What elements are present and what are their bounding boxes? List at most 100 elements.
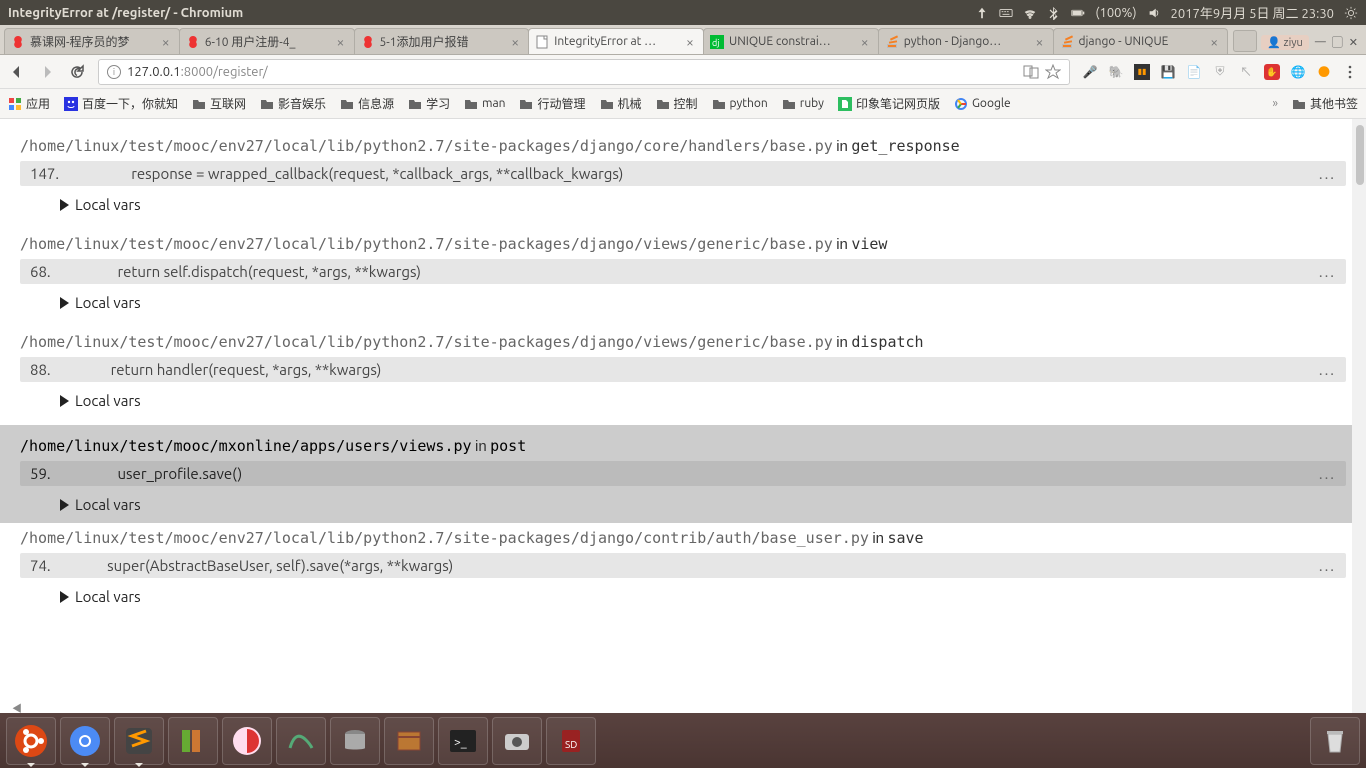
bookmark-label: 机械 [618, 95, 642, 112]
launcher-app-dbtool[interactable] [330, 717, 380, 765]
bookmark-item[interactable]: 互联网 [192, 95, 246, 112]
battery-icon[interactable] [1071, 6, 1085, 20]
address-bar[interactable]: i 127.0.0.1:8000/register/ [98, 59, 1070, 85]
ext-evernote-icon[interactable]: 🐘 [1108, 64, 1124, 80]
launcher-app-files[interactable] [384, 717, 434, 765]
ext-pointer-icon[interactable]: ↖ [1238, 64, 1254, 80]
bookmark-label: ruby [800, 97, 824, 110]
system-gear-icon[interactable] [1344, 6, 1358, 20]
code-line[interactable]: 68. return self.dispatch(request, *args,… [20, 259, 1346, 284]
window-close-icon[interactable]: ✕ [1349, 36, 1358, 49]
volume-icon[interactable] [1147, 6, 1161, 20]
url-host: 127.0.0.1 [127, 65, 181, 79]
local-vars-toggle[interactable]: Local vars [20, 186, 1346, 213]
ext-bars-icon[interactable]: ▮▮ [1134, 64, 1150, 80]
browser-tab[interactable]: djUNIQUE constrai…× [703, 28, 879, 54]
bookmark-item[interactable]: 应用 [8, 95, 50, 112]
bookmark-item[interactable]: Google [954, 97, 1011, 111]
code-line[interactable]: 59. user_profile.save()... [20, 461, 1346, 486]
ext-shield-icon[interactable]: ⛨ [1212, 64, 1228, 80]
bookmark-item[interactable]: 影音娱乐 [260, 95, 326, 112]
local-vars-toggle[interactable]: Local vars [20, 578, 1346, 605]
browser-tab[interactable]: 慕课网-程序员的梦× [4, 28, 180, 54]
launcher-app-books[interactable] [168, 717, 218, 765]
launcher-app-camera[interactable] [492, 717, 542, 765]
browser-tab[interactable]: python - Django…× [878, 28, 1054, 54]
bookmark-item[interactable]: 信息源 [340, 95, 394, 112]
window-maximize-icon[interactable]: ▢ [1332, 34, 1343, 50]
frame-location: /home/linux/test/mooc/env27/local/lib/py… [20, 327, 1346, 357]
ext-voice-icon[interactable]: 🎤 [1082, 64, 1098, 80]
launcher-app-terminal[interactable]: >_ [438, 717, 488, 765]
browser-menu-button[interactable] [1342, 64, 1358, 80]
bookmarks-bar: 应用百度一下，你就知互联网影音娱乐信息源学习 man 行动管理 机械控制 python r… [0, 89, 1366, 119]
disclosure-triangle-icon [60, 199, 69, 211]
ext-globe-icon[interactable]: 🌐 [1290, 64, 1306, 80]
bookmark-item[interactable]: python [712, 97, 768, 111]
bookmark-label: 应用 [26, 95, 50, 112]
reload-button[interactable] [68, 63, 86, 81]
browser-tab[interactable]: IntegrityError at …× [528, 28, 704, 54]
launcher-app-mysql[interactable] [276, 717, 326, 765]
other-bookmarks[interactable]: 其他书签 [1292, 95, 1358, 112]
bookmark-item[interactable]: 学习 [408, 95, 450, 112]
ext-pdf-icon[interactable]: 📄 [1186, 64, 1202, 80]
translate-icon[interactable] [1023, 64, 1039, 80]
expand-context-icon[interactable]: ... [1319, 165, 1336, 182]
tab-close-icon[interactable]: × [159, 35, 173, 49]
keyboard-indicator-icon[interactable] [999, 6, 1013, 20]
bookmark-label: 行动管理 [537, 95, 585, 112]
horizontal-scrollbar[interactable]: ◀ [0, 698, 50, 713]
ext-adblock-icon[interactable]: ✋ [1264, 64, 1280, 80]
tab-close-icon[interactable]: × [334, 35, 348, 49]
back-button[interactable] [8, 63, 26, 81]
frame-location: /home/linux/test/mooc/env27/local/lib/py… [20, 131, 1346, 161]
window-minimize-icon[interactable]: — [1315, 36, 1326, 48]
tab-close-icon[interactable]: × [1033, 35, 1047, 49]
bookmark-item[interactable]: 控制 [656, 95, 698, 112]
disclosure-triangle-icon [60, 395, 69, 407]
ext-dot-icon[interactable]: ● [1316, 64, 1332, 80]
bookmark-item[interactable]: 百度一下，你就知 [64, 95, 178, 112]
bookmark-star-icon[interactable] [1045, 64, 1061, 80]
bookmarks-overflow-icon[interactable]: » [1272, 97, 1278, 110]
expand-context-icon[interactable]: ... [1319, 557, 1336, 574]
launcher-app-chromium[interactable] [60, 717, 110, 765]
bluetooth-icon[interactable] [1047, 6, 1061, 20]
launcher-app-sublime[interactable] [114, 717, 164, 765]
code-line[interactable]: 147. response = wrapped_callback(request… [20, 161, 1346, 186]
bookmark-item[interactable]: 印象笔记网页版 [838, 95, 940, 112]
new-tab-button[interactable] [1233, 30, 1257, 52]
bookmark-item[interactable]: ruby [782, 97, 824, 111]
tab-close-icon[interactable]: × [683, 35, 697, 49]
ext-save-icon[interactable]: 💾 [1160, 64, 1176, 80]
bookmark-item[interactable]: 机械 [600, 95, 642, 112]
vertical-scrollbar[interactable] [1352, 119, 1366, 713]
browser-tab[interactable]: 5-1添加用户报错× [354, 28, 530, 54]
bookmark-item[interactable]: man [464, 97, 505, 111]
code-line[interactable]: 74. super(AbstractBaseUser, self).save(*… [20, 553, 1346, 578]
tab-close-icon[interactable]: × [858, 35, 872, 49]
disclosure-triangle-icon [60, 297, 69, 309]
site-info-icon[interactable]: i [107, 65, 121, 79]
wifi-icon[interactable] [1023, 6, 1037, 20]
profile-badge[interactable]: 👤 ziyu [1261, 35, 1309, 50]
expand-context-icon[interactable]: ... [1319, 361, 1336, 378]
browser-tab[interactable]: django - UNIQUE× [1053, 28, 1229, 54]
traceback-frame: /home/linux/test/mooc/env27/local/lib/py… [20, 327, 1346, 409]
local-vars-toggle[interactable]: Local vars [20, 284, 1346, 311]
browser-tab[interactable]: 6-10 用户注册-4_× [179, 28, 355, 54]
local-vars-toggle[interactable]: Local vars [20, 382, 1346, 409]
launcher-trash[interactable] [1310, 717, 1360, 765]
code-line[interactable]: 88. return handler(request, *args, **kwa… [20, 357, 1346, 382]
tab-close-icon[interactable]: × [508, 35, 522, 49]
tab-close-icon[interactable]: × [1207, 35, 1221, 49]
bookmark-item[interactable]: 行动管理 [519, 95, 585, 112]
upload-indicator-icon[interactable] [975, 6, 989, 20]
expand-context-icon[interactable]: ... [1319, 263, 1336, 280]
local-vars-toggle[interactable]: Local vars [20, 486, 1346, 513]
launcher-app-ubuntu[interactable] [6, 717, 56, 765]
launcher-app-sd[interactable]: SD [546, 717, 596, 765]
expand-context-icon[interactable]: ... [1319, 465, 1336, 482]
launcher-app-planner[interactable] [222, 717, 272, 765]
